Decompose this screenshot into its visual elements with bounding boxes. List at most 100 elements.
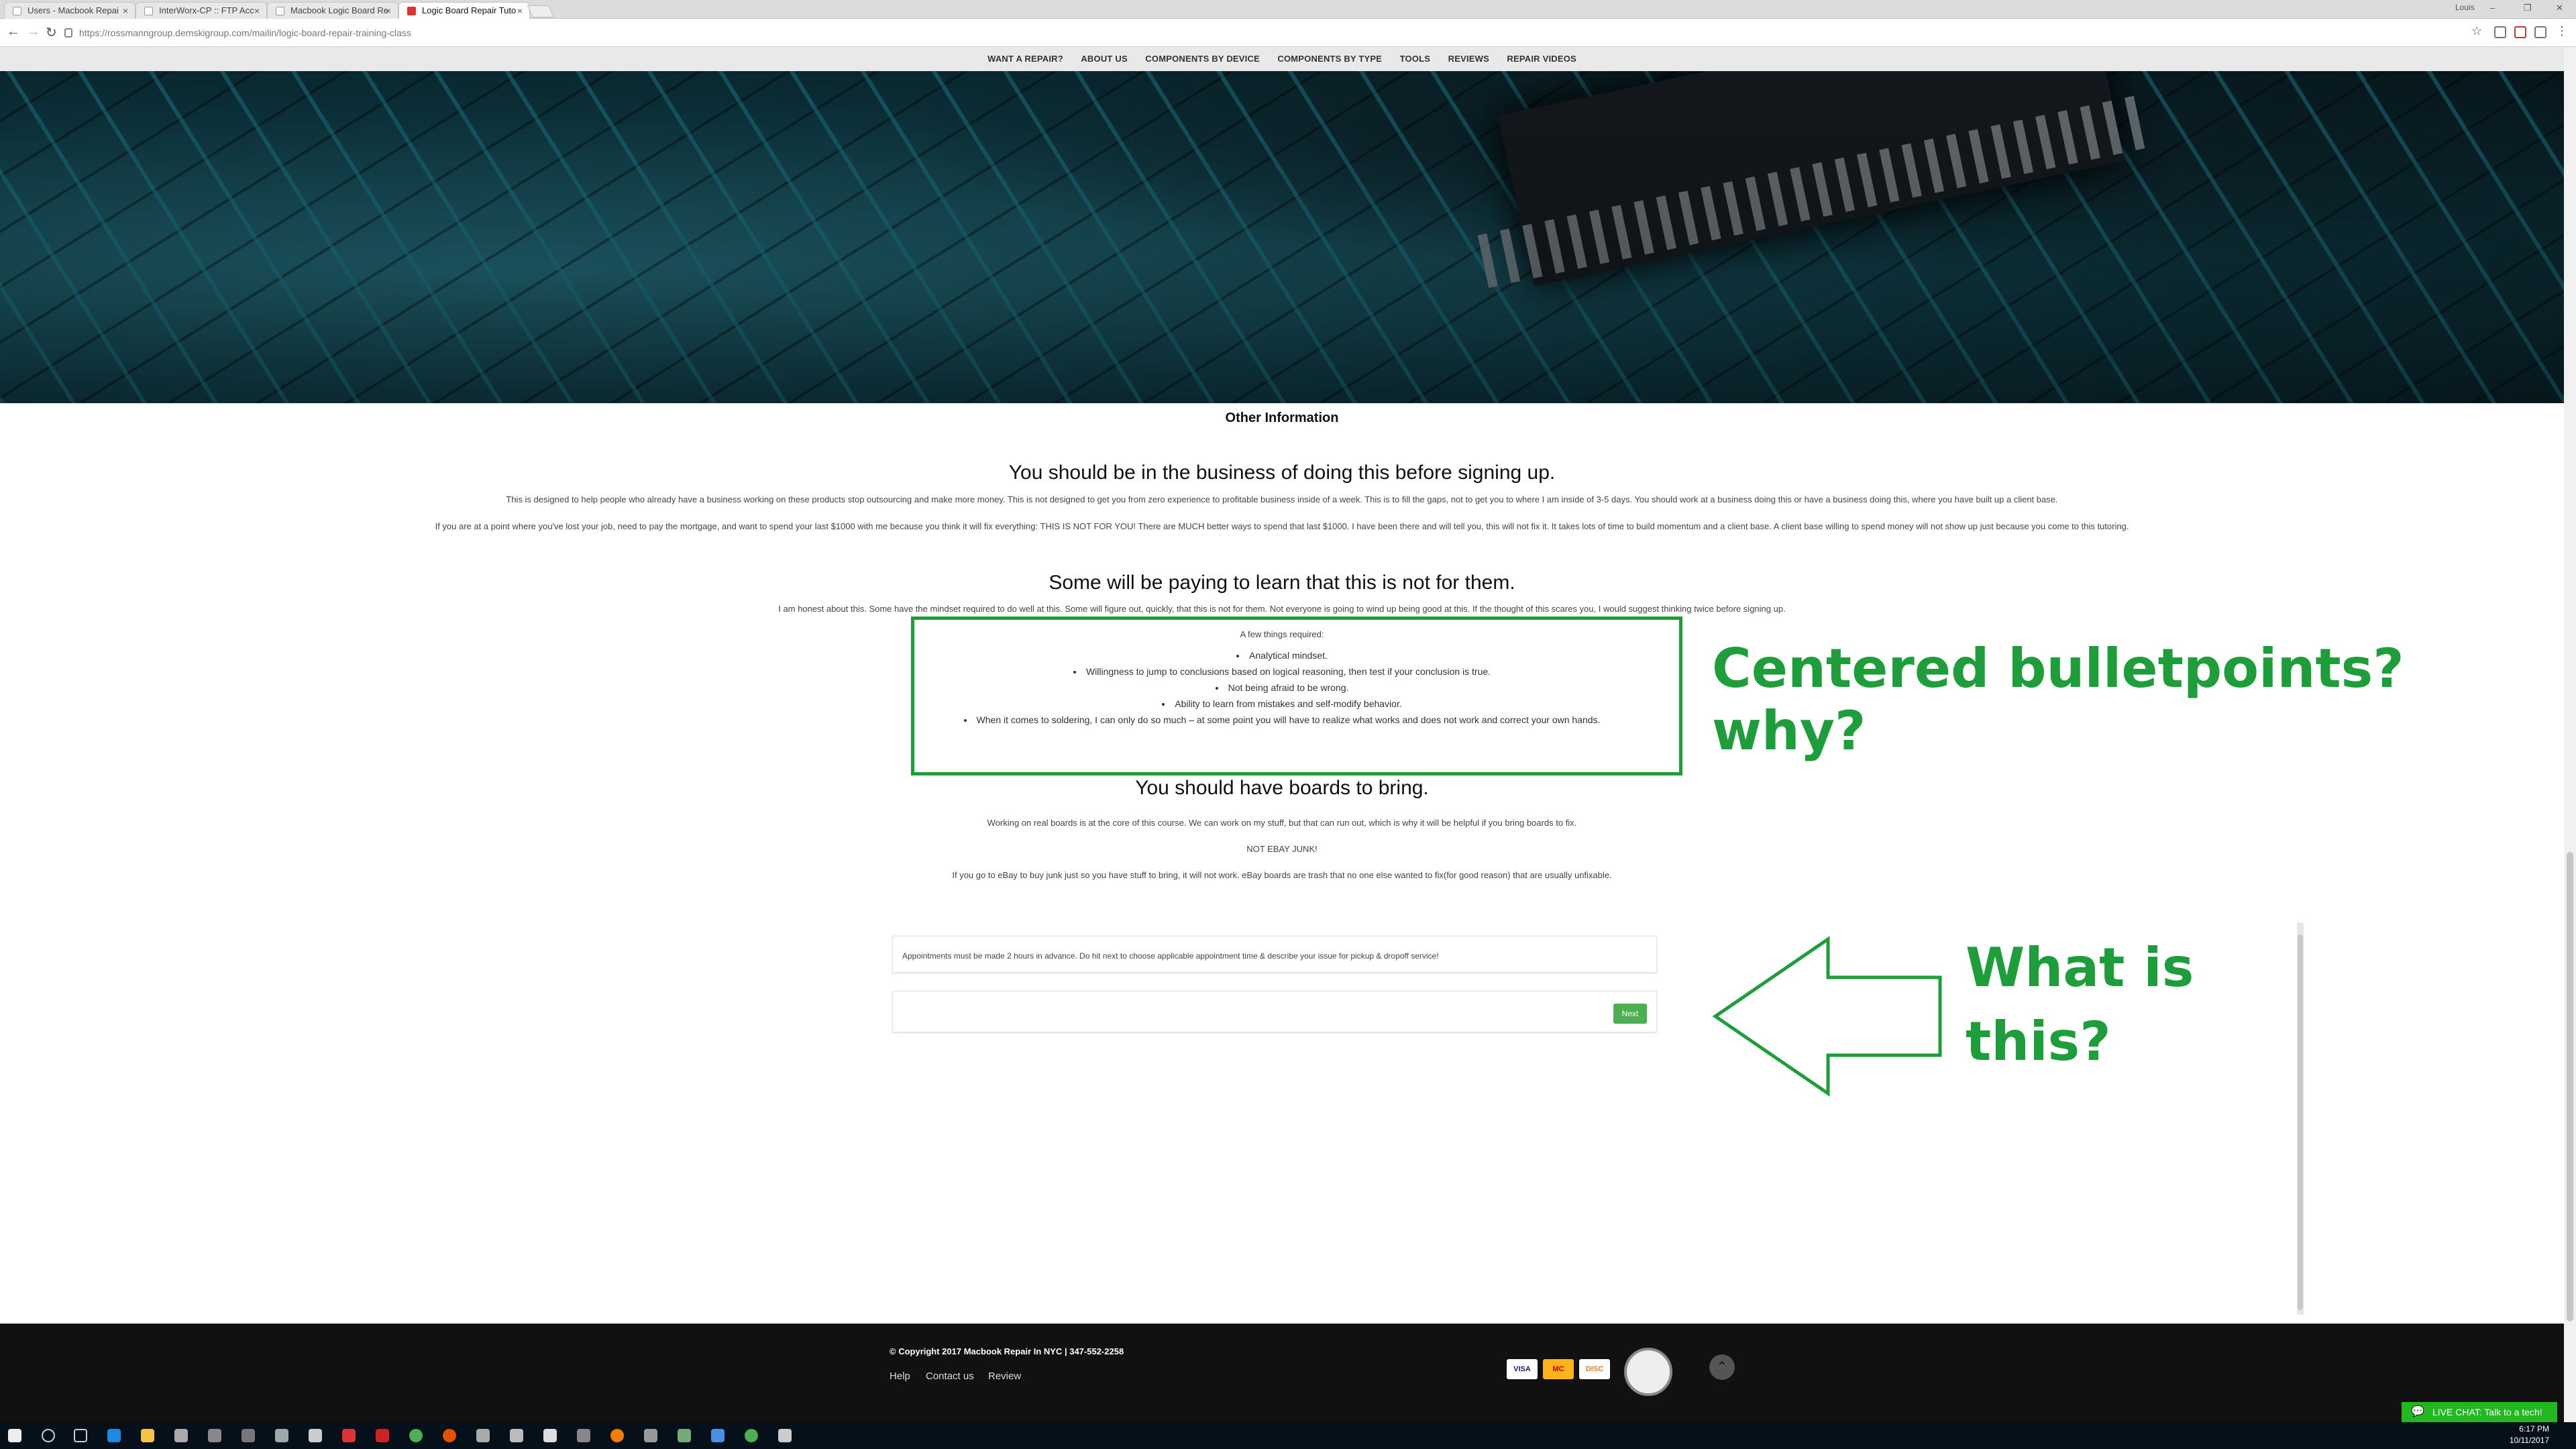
app-icon[interactable] xyxy=(678,1429,691,1442)
paragraph-wrap: This is designed to help people who alre… xyxy=(0,494,2564,506)
hero-overlay xyxy=(0,71,2564,403)
nav-repair-videos[interactable]: REPAIR VIDEOS xyxy=(1507,47,1576,71)
chrome-icon[interactable] xyxy=(409,1429,423,1442)
task-view-icon[interactable] xyxy=(74,1429,87,1442)
app-icon[interactable] xyxy=(577,1429,590,1442)
app-icon[interactable] xyxy=(443,1429,456,1442)
discover-card-icon: DISC xyxy=(1579,1359,1610,1379)
nav-about-us[interactable]: ABOUT US xyxy=(1081,47,1128,71)
app-icon[interactable] xyxy=(644,1429,657,1442)
paragraph-not-ebay: NOT EBAY JUNK! xyxy=(1246,844,1318,854)
live-chat-button[interactable]: 💬 LIVE CHAT: Talk to a tech! xyxy=(2402,1402,2557,1422)
trust-seal-icon xyxy=(1624,1348,1672,1396)
browser-tab[interactable]: Macbook Logic Board Re × xyxy=(267,2,398,19)
not-for-them-heading: Some will be paying to learn that this i… xyxy=(1049,572,1515,594)
site-footer: © Copyright 2017 Macbook Repair In NYC |… xyxy=(0,1324,2564,1422)
app-icon[interactable] xyxy=(476,1429,490,1442)
heading-wrap: Some will be paying to learn that this i… xyxy=(0,572,2564,594)
close-tab-icon[interactable]: × xyxy=(123,3,128,19)
close-tab-icon[interactable]: × xyxy=(517,3,523,19)
menu-icon[interactable]: ⋮ xyxy=(2556,24,2568,38)
chrome-icon[interactable] xyxy=(745,1429,758,1442)
booking-scrollbar-thumb[interactable] xyxy=(2298,934,2303,1310)
nav-components-by-device[interactable]: COMPONENTS BY DEVICE xyxy=(1145,47,1260,71)
annotation-arrow-icon xyxy=(1712,936,1942,1097)
nav-reviews[interactable]: REVIEWS xyxy=(1448,47,1489,71)
paragraph-wrap: NOT EBAY JUNK! xyxy=(0,843,2564,855)
url-field[interactable]: https://rossmanngroup.demskigroup.com/ma… xyxy=(64,23,2479,42)
windows-taskbar: 6:17 PM 10/11/2017 xyxy=(0,1422,2576,1449)
paragraph-honest: I am honest about this. Some have the mi… xyxy=(778,604,1786,614)
close-tab-icon[interactable]: × xyxy=(386,3,391,19)
app-icon[interactable] xyxy=(275,1429,288,1442)
paragraph-wrap: If you go to eBay to buy junk just so yo… xyxy=(0,869,2564,881)
page-scrollbar-thumb[interactable] xyxy=(2567,852,2573,1322)
reload-icon[interactable]: ↻ xyxy=(46,24,57,41)
info-icon[interactable] xyxy=(64,28,72,38)
app-icon[interactable] xyxy=(510,1429,523,1442)
forward-arrow-icon[interactable]: → xyxy=(27,24,40,40)
app-icon[interactable] xyxy=(778,1429,792,1442)
mail-icon[interactable] xyxy=(342,1429,356,1442)
footer-link-review[interactable]: Review xyxy=(988,1371,1021,1382)
clock-date: 10/11/2017 xyxy=(2509,1436,2549,1445)
close-window-icon[interactable]: ✕ xyxy=(2556,3,2563,13)
restore-icon[interactable]: ❐ xyxy=(2524,3,2532,13)
app-icon[interactable] xyxy=(711,1429,724,1442)
visa-card-icon: VISA xyxy=(1507,1359,1538,1379)
edge-browser-icon[interactable] xyxy=(107,1429,121,1442)
annotation-line: this? xyxy=(1966,1010,2111,1073)
hero-circuit-board-image xyxy=(0,71,2564,403)
url-text: https://rossmanngroup.demskigroup.com/ma… xyxy=(79,28,411,38)
annotation-bullets-comment: Centered bulletpoints? why? xyxy=(1712,637,2404,762)
copyright-text: © Copyright 2017 Macbook Repair In NYC |… xyxy=(890,1346,1124,1356)
nav-components-by-type[interactable]: COMPONENTS BY TYPE xyxy=(1277,47,1382,71)
scroll-to-top-icon[interactable]: ⌃ xyxy=(1709,1354,1735,1380)
heading-wrap: You should be in the business of doing t… xyxy=(0,462,2564,484)
paragraph-designed-for: This is designed to help people who alre… xyxy=(506,494,2058,504)
new-tab-button[interactable] xyxy=(527,5,555,17)
boards-heading: You should have boards to bring. xyxy=(1135,777,1429,799)
browser-tab[interactable]: Users - Macbook Repai × xyxy=(4,2,136,19)
app-icon[interactable] xyxy=(376,1429,389,1442)
mastercard-icon: MC xyxy=(1543,1359,1574,1379)
annotation-line: What is xyxy=(1966,936,2194,999)
settings-gear-icon[interactable] xyxy=(309,1429,322,1442)
nav-want-a-repair[interactable]: WANT A REPAIR? xyxy=(987,47,1063,71)
paragraph-wrap: If you are at a point where you've lost … xyxy=(0,521,2564,533)
firefox-icon[interactable] xyxy=(610,1429,624,1442)
profile-name[interactable]: Louis xyxy=(2455,3,2475,12)
booking-notice-text: Appointments must be made 2 hours in adv… xyxy=(902,951,1439,961)
live-chat-label: LIVE CHAT: Talk to a tech! xyxy=(2432,1407,2542,1417)
next-button[interactable]: Next xyxy=(1613,1004,1647,1024)
booking-widget: Appointments must be made 2 hours in adv… xyxy=(892,936,1657,1036)
minimize-icon[interactable]: – xyxy=(2490,3,2495,13)
app-icon[interactable] xyxy=(208,1429,221,1442)
windows-start-icon[interactable] xyxy=(8,1429,21,1442)
heading-wrap: You should have boards to bring. xyxy=(0,777,2564,800)
browser-tab-active[interactable]: Logic Board Repair Tuto × xyxy=(398,2,530,19)
business-heading: You should be in the business of doing t… xyxy=(1008,462,1556,484)
app-icon[interactable] xyxy=(543,1429,557,1442)
booking-scrollbar[interactable] xyxy=(2297,922,2304,1315)
footer-link-contact[interactable]: Contact us xyxy=(926,1371,974,1382)
footer-link-help[interactable]: Help xyxy=(890,1371,910,1382)
extension-icon[interactable] xyxy=(2494,26,2506,38)
search-icon[interactable] xyxy=(42,1429,55,1442)
system-clock[interactable]: 6:17 PM 10/11/2017 xyxy=(2510,1424,2549,1446)
steam-icon[interactable] xyxy=(174,1429,188,1442)
nav-tools[interactable]: TOOLS xyxy=(1400,47,1431,71)
close-tab-icon[interactable]: × xyxy=(254,3,260,19)
site-navigation: WANT A REPAIR? ABOUT US COMPONENTS BY DE… xyxy=(0,47,2564,71)
back-arrow-icon[interactable]: ← xyxy=(7,24,20,40)
file-explorer-icon[interactable] xyxy=(141,1429,154,1442)
bookmark-star-icon[interactable]: ☆ xyxy=(2471,24,2482,38)
paragraph-not-for-you: If you are at a point where you've lost … xyxy=(435,521,2129,531)
page-icon xyxy=(13,7,21,15)
app-icon[interactable] xyxy=(241,1429,255,1442)
extension-icon[interactable] xyxy=(2514,26,2526,38)
tab-title: Macbook Logic Board Re xyxy=(290,5,388,15)
booking-form-box: Next xyxy=(892,991,1657,1032)
browser-tab[interactable]: InterWorx-CP :: FTP Acc × xyxy=(136,2,267,19)
extension-icon[interactable] xyxy=(2534,26,2546,38)
